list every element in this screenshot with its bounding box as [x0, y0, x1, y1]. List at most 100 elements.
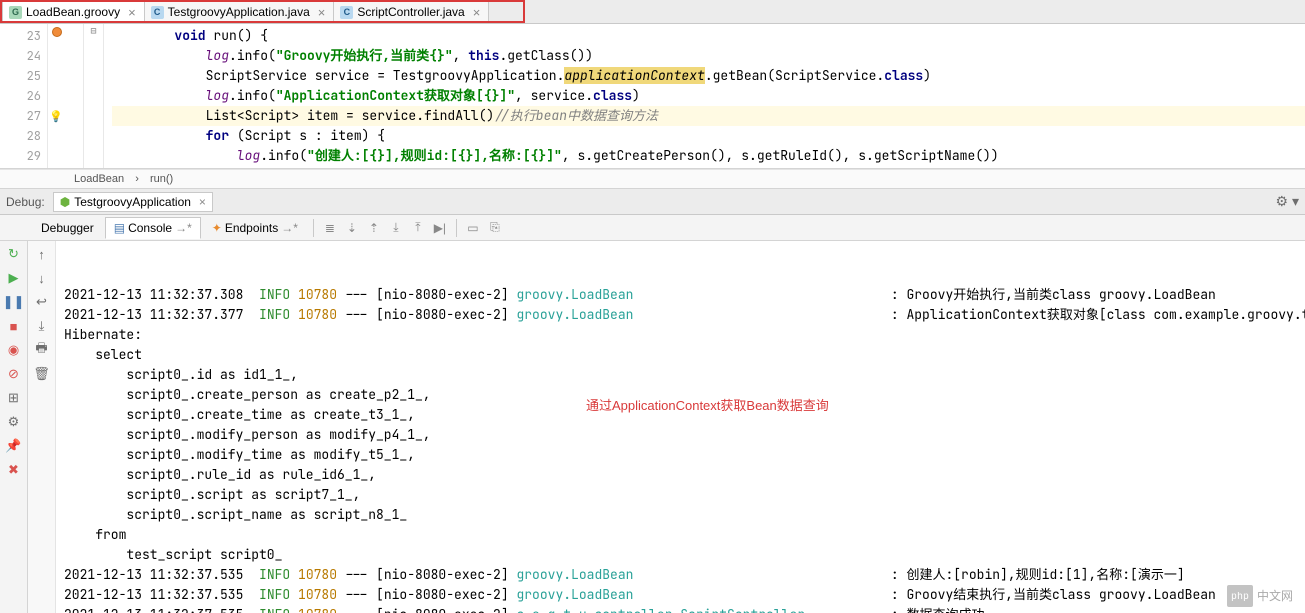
run-to-cursor-icon[interactable]: ▶| [430, 218, 450, 238]
console-line: 2021-12-13 11:32:37.535 INFO 10780 --- [… [64, 605, 1305, 613]
evaluate-icon[interactable]: ▭ [463, 218, 483, 238]
debug-left-rail: ↻ ▶ ❚❚ ■ ◉ ⊘ ⊞ ⚙ 📌 ✖ [0, 241, 28, 613]
groovy-file-icon: G [9, 6, 22, 19]
mute-breakpoints-icon[interactable]: ⊘ [5, 365, 23, 383]
console-line: 2021-12-13 11:32:37.535 INFO 10780 --- [… [64, 565, 1305, 585]
settings-gear-icon[interactable]: ⚙ ▾ [1276, 193, 1299, 210]
close-icon[interactable]: × [199, 195, 206, 209]
file-tab-label: TestgroovyApplication.java [168, 5, 310, 19]
scroll-end-icon[interactable]: ⤓ [33, 317, 51, 335]
pin-tab-icon[interactable]: 📌 [5, 437, 23, 455]
java-file-icon: C [151, 6, 164, 19]
settings-icon[interactable]: ⚙ [5, 413, 23, 431]
fold-column: ⊟ [84, 24, 104, 168]
breadcrumb[interactable]: LoadBean › run() [0, 169, 1305, 189]
stop-icon[interactable]: ■ [5, 317, 23, 335]
gutter-icon-column [48, 24, 84, 168]
close-icon[interactable]: × [473, 5, 481, 20]
file-tab[interactable]: C TestgroovyApplication.java × [144, 0, 335, 23]
breadcrumb-method[interactable]: run() [146, 173, 177, 185]
console-line: 2021-12-13 11:32:37.535 INFO 10780 --- [… [64, 585, 1305, 605]
console-icon: ▤ [114, 221, 125, 235]
console-line: 2021-12-13 11:32:37.377 INFO 10780 --- [… [64, 305, 1305, 325]
code-line[interactable]: List<Script> item = service.findAll()//执… [112, 106, 1305, 126]
tab-console[interactable]: ▤ Console →* [105, 217, 201, 239]
file-tab[interactable]: GLoadBean.groovy× [2, 0, 145, 23]
code-line[interactable]: log.info("创建人:[{}],规则id:[{}],名称:[{}]", s… [112, 146, 1305, 166]
clear-icon[interactable]: 🗑 [33, 365, 51, 383]
console-line: Hibernate: [64, 325, 1305, 345]
resume-icon[interactable]: ▶ [5, 269, 23, 287]
fold-handle[interactable] [84, 86, 103, 106]
up-stack-icon[interactable]: ↑ [33, 245, 51, 263]
code-line[interactable]: log.info("Groovy开始执行,当前类{}", this.getCla… [112, 46, 1305, 66]
php-badge-icon: php [1227, 585, 1253, 607]
pin-icon: →* [281, 221, 298, 235]
drop-frame-icon[interactable]: ⤒ [408, 218, 428, 238]
console-output[interactable]: 2021-12-13 11:32:37.308 INFO 10780 --- [… [56, 241, 1305, 613]
layout-icon[interactable]: ⊞ [5, 389, 23, 407]
fold-handle[interactable] [84, 146, 103, 166]
file-tab-label: ScriptController.java [357, 5, 464, 19]
line-number[interactable]: 28 [0, 126, 41, 146]
code-area[interactable]: void run() { log.info("Groovy开始执行,当前类{}"… [104, 24, 1305, 168]
close-panel-icon[interactable]: ✖ [5, 461, 23, 479]
tab-debugger[interactable]: Debugger [32, 217, 103, 239]
step-over-icon[interactable]: ≣ [320, 218, 340, 238]
tab-endpoints[interactable]: ✦ Endpoints →* [203, 217, 307, 239]
watermark: php 中文网 [1227, 585, 1293, 607]
run-config-tab[interactable]: ⬢ TestgroovyApplication × [53, 192, 213, 212]
endpoints-icon: ✦ [212, 221, 222, 235]
breakpoint-marker-icon[interactable] [52, 27, 62, 37]
debug-bottom-panel: ↻ ▶ ❚❚ ■ ◉ ⊘ ⊞ ⚙ 📌 ✖ ↑ ↓ ↩ ⤓ 🖶 🗑 2021-12… [0, 241, 1305, 613]
step-into-icon[interactable]: ⇣ [342, 218, 362, 238]
pause-icon[interactable]: ❚❚ [5, 293, 23, 311]
breadcrumb-class[interactable]: LoadBean [70, 173, 128, 185]
rerun-icon[interactable]: ↻ [5, 245, 23, 263]
fold-handle[interactable] [84, 46, 103, 66]
java-file-icon: C [340, 6, 353, 19]
breadcrumb-sep: › [131, 173, 143, 185]
code-line[interactable]: for (Script s : item) { [112, 126, 1305, 146]
step-out-icon[interactable]: ⇡ [364, 218, 384, 238]
trace-icon[interactable]: ⎘ [485, 218, 505, 238]
code-line[interactable]: ScriptService service = TestgroovyApplic… [112, 66, 1305, 86]
fold-handle[interactable] [84, 66, 103, 86]
separator [313, 219, 314, 237]
debug-sub-tabs: Debugger ▤ Console →* ✦ Endpoints →* ≣ ⇣… [0, 215, 1305, 241]
console-line: 2021-12-13 11:32:37.308 INFO 10780 --- [… [64, 285, 1305, 305]
file-tabs-bar: GLoadBean.groovy× C TestgroovyApplication.… [0, 0, 1305, 24]
console-line: script0_.modify_person as modify_p4_1_, [64, 425, 1305, 445]
code-editor: 23242526272829 ⊟ void run() { log.info("… [0, 24, 1305, 169]
console-line: from [64, 525, 1305, 545]
line-number[interactable]: 25 [0, 66, 41, 86]
force-step-icon[interactable]: ⤓ [386, 218, 406, 238]
view-breakpoints-icon[interactable]: ◉ [5, 341, 23, 359]
fold-handle[interactable]: ⊟ [84, 26, 103, 46]
file-tab[interactable]: C ScriptController.java × [333, 0, 489, 23]
down-stack-icon[interactable]: ↓ [33, 269, 51, 287]
spring-boot-icon: ⬢ [60, 195, 70, 209]
line-number[interactable]: 27 [0, 106, 41, 126]
fold-handle[interactable] [84, 106, 103, 126]
code-line[interactable]: log.info("ApplicationContext获取对象[{}]", s… [112, 86, 1305, 106]
red-annotation-text: 通过ApplicationContext获取Bean数据查询 [586, 396, 829, 416]
line-number[interactable]: 26 [0, 86, 41, 106]
print-icon[interactable]: 🖶 [33, 341, 51, 359]
line-number[interactable]: 23 [0, 26, 41, 46]
console-line: test_script script0_ [64, 545, 1305, 565]
line-number-gutter: 23242526272829 [0, 24, 48, 168]
debug-toolbar: Debug: ⬢ TestgroovyApplication × ⚙ ▾ [0, 189, 1305, 215]
fold-handle[interactable] [84, 126, 103, 146]
console-line: script0_.script_name as script_n8_1_ [64, 505, 1305, 525]
separator [456, 219, 457, 237]
pin-icon: →* [175, 221, 192, 235]
debug-label: Debug: [6, 195, 45, 209]
line-number[interactable]: 29 [0, 146, 41, 166]
close-icon[interactable]: × [128, 5, 136, 20]
line-number[interactable]: 24 [0, 46, 41, 66]
console-line: script0_.rule_id as rule_id6_1_, [64, 465, 1305, 485]
soft-wrap-icon[interactable]: ↩ [33, 293, 51, 311]
code-line[interactable]: void run() { [112, 26, 1305, 46]
close-icon[interactable]: × [318, 5, 326, 20]
